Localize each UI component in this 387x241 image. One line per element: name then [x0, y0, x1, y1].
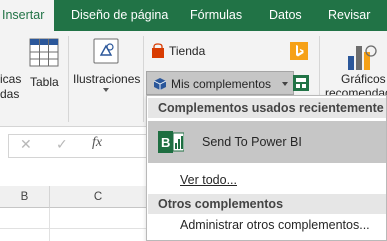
- tienda-label: Tienda: [169, 44, 206, 58]
- recommended-charts-icon: [348, 45, 377, 70]
- enter-icon[interactable]: ✓: [56, 136, 68, 153]
- mis-complementos-dropdown: Complementos usados recientemente B Send…: [146, 95, 387, 241]
- chevron-down-icon: [103, 88, 109, 92]
- tab-formulas[interactable]: Fórmulas: [190, 0, 242, 31]
- svg-text:B: B: [161, 135, 170, 150]
- cut-left-label-1[interactable]: icas: [0, 72, 21, 86]
- graficos-label-1: Gráficos: [341, 72, 386, 86]
- chevron-down-icon: [282, 82, 288, 86]
- power-bi-icon: B: [158, 131, 184, 153]
- column-header-b[interactable]: B: [0, 186, 50, 208]
- other-addins-header: Otros complementos: [148, 194, 386, 214]
- tabla-label: Tabla: [30, 75, 59, 89]
- ilustraciones-button[interactable]: Ilustraciones: [72, 34, 142, 104]
- grid-column-line: [49, 208, 50, 241]
- tab-revisar[interactable]: Revisar: [328, 0, 370, 31]
- send-to-power-bi-label: Send To Power BI: [202, 135, 302, 149]
- insert-function-icon[interactable]: fx: [92, 135, 102, 151]
- ver-todo-item[interactable]: Ver todo...: [148, 172, 386, 190]
- cut-left-label-2[interactable]: das: [0, 87, 19, 101]
- ilustraciones-label: Ilustraciones: [73, 72, 141, 86]
- people-graph-button[interactable]: [293, 75, 309, 91]
- column-header-c[interactable]: C: [50, 186, 147, 208]
- send-to-power-bi-item[interactable]: B Send To Power BI: [148, 121, 386, 163]
- cancel-icon[interactable]: ✕: [20, 136, 32, 153]
- ribbon-separator: [68, 36, 69, 122]
- ribbon-tab-bar: Insertar Diseño de página Fórmulas Datos…: [0, 0, 387, 31]
- tabla-button[interactable]: Tabla: [27, 34, 61, 96]
- ribbon-separator: [143, 36, 144, 122]
- tab-diseno-de-pagina[interactable]: Diseño de página: [71, 0, 168, 31]
- people-graph-icon: [296, 78, 306, 88]
- bing-icon: [296, 45, 304, 57]
- tab-datos[interactable]: Datos: [269, 0, 302, 31]
- addins-icon: [153, 78, 167, 90]
- administrar-complementos-item[interactable]: Administrar otros complementos...: [148, 216, 386, 236]
- store-icon: [152, 43, 164, 58]
- bing-maps-button[interactable]: [290, 42, 308, 60]
- tienda-button[interactable]: Tienda: [148, 40, 212, 62]
- recent-addins-header: Complementos usados recientemente: [148, 98, 386, 118]
- mis-complementos-label: Mis complementos: [171, 77, 272, 91]
- tab-insertar[interactable]: Insertar: [0, 0, 55, 31]
- mis-complementos-button[interactable]: Mis complementos: [146, 71, 294, 95]
- illustrations-icon: [93, 38, 119, 64]
- administrar-complementos-label: Administrar otros complementos...: [180, 218, 370, 232]
- ver-todo-label: Ver todo...: [180, 173, 237, 187]
- table-icon: [29, 38, 59, 67]
